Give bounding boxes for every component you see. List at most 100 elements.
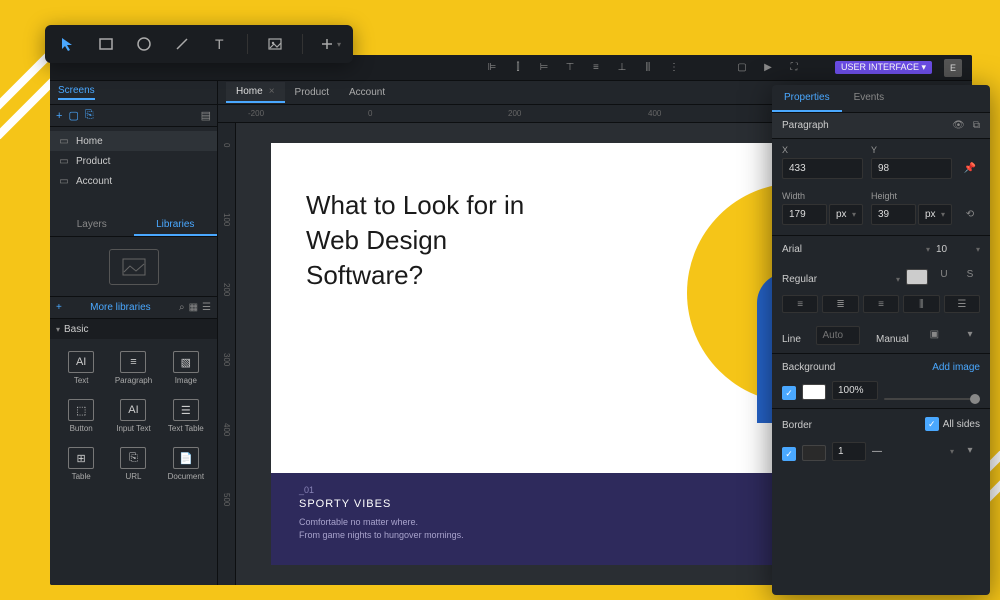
y-input[interactable]	[871, 158, 952, 179]
filter-icon[interactable]: ▤	[201, 109, 211, 122]
duplicate-icon[interactable]: ⎘	[85, 109, 94, 122]
play-icon[interactable]: ▶	[761, 61, 775, 75]
font-weight-select[interactable]: Regular	[782, 274, 900, 285]
height-unit-select[interactable]: px	[918, 204, 952, 225]
basic-item-text[interactable]: AIText	[56, 345, 106, 391]
y-label: Y	[871, 145, 952, 155]
basic-label: Image	[175, 376, 197, 385]
layers-tab[interactable]: Layers	[50, 215, 134, 236]
basic-label: URL	[125, 472, 141, 481]
basic-item-document[interactable]: 📄Document	[161, 441, 211, 487]
text-tool-icon[interactable]: T	[209, 33, 231, 55]
tab-properties[interactable]: Properties	[772, 85, 842, 112]
x-input[interactable]	[782, 158, 863, 179]
basic-item-input[interactable]: AIInput Text	[108, 393, 158, 439]
link-dimensions-icon[interactable]: ⟲	[960, 203, 980, 225]
doc-tab-product[interactable]: Product	[285, 83, 339, 102]
device-icon[interactable]: ▢	[735, 61, 749, 75]
toolbar-separator	[302, 34, 303, 54]
distribute-icon[interactable]: ⋮	[667, 61, 681, 75]
opacity-input[interactable]	[832, 381, 878, 400]
align-icon[interactable]: ⊫	[485, 61, 499, 75]
library-preview-thumbnail[interactable]	[109, 249, 159, 285]
grid-view-icon[interactable]: ▦	[189, 302, 198, 313]
background-enabled-checkbox[interactable]: ✓	[782, 386, 796, 400]
tab-events[interactable]: Events	[842, 85, 897, 112]
font-family-select[interactable]: Arial	[782, 244, 930, 255]
font-size-select[interactable]: 10	[936, 244, 980, 255]
basic-item-image[interactable]: ▧Image	[161, 345, 211, 391]
align-icon[interactable]: ≡	[589, 61, 603, 75]
text-component-icon: AI	[68, 351, 94, 373]
align-icon[interactable]: ⊤	[563, 61, 577, 75]
line-height-input[interactable]	[816, 326, 860, 345]
user-interface-badge[interactable]: USER INTERFACE ▾	[835, 61, 932, 74]
doc-tab-account[interactable]: Account	[339, 83, 395, 102]
screens-tab[interactable]: Screens	[58, 85, 95, 100]
user-badge-label: USER INTERFACE	[841, 62, 919, 72]
expand-icon[interactable]: ⛶	[787, 61, 801, 75]
libraries-tab[interactable]: Libraries	[134, 215, 218, 236]
list-icon[interactable]: ☰	[944, 295, 980, 313]
ruler-mark: 0	[368, 109, 372, 118]
align-icon[interactable]: ⫿	[511, 61, 525, 75]
all-sides-checkbox[interactable]: ✓	[925, 417, 939, 431]
align-icon[interactable]: ⊨	[537, 61, 551, 75]
pointer-tool-icon[interactable]	[57, 33, 79, 55]
basic-item-texttable[interactable]: ☰Text Table	[161, 393, 211, 439]
add-image-link[interactable]: Add image	[932, 362, 980, 373]
align-center-icon[interactable]: ≣	[822, 295, 858, 313]
add-library-icon[interactable]: +	[56, 302, 62, 313]
border-enabled-checkbox[interactable]: ✓	[782, 447, 796, 461]
strikethrough-icon[interactable]: S	[960, 263, 980, 285]
add-screen-icon[interactable]: +	[56, 110, 62, 122]
basic-section-header[interactable]: Basic	[50, 319, 217, 339]
distribute-icon[interactable]: ⫼	[641, 61, 655, 75]
basic-item-button[interactable]: ⬚Button	[56, 393, 106, 439]
align-right-icon[interactable]: ≡	[863, 295, 899, 313]
more-libraries-link[interactable]: More libraries	[90, 302, 151, 313]
chevron-down-icon[interactable]: ▾	[960, 323, 980, 345]
width-input[interactable]	[782, 204, 827, 225]
element-type-label: Paragraph	[782, 120, 829, 131]
image-tool-icon[interactable]	[264, 33, 286, 55]
add-tool-icon[interactable]: ▾	[319, 33, 341, 55]
vertical-ruler: 0 100 200 300 400 500	[218, 123, 236, 585]
screen-item-account[interactable]: ▭Account	[50, 171, 217, 191]
background-color-swatch[interactable]	[802, 384, 826, 400]
underline-icon[interactable]: U	[934, 263, 954, 285]
circle-tool-icon[interactable]	[133, 33, 155, 55]
basic-item-paragraph[interactable]: ≡Paragraph	[108, 345, 158, 391]
basic-item-url[interactable]: ⎘URL	[108, 441, 158, 487]
width-unit-select[interactable]: px	[829, 204, 863, 225]
screen-item-product[interactable]: ▭Product	[50, 151, 217, 171]
align-left-icon[interactable]: ≡	[782, 295, 818, 313]
avatar[interactable]: E	[944, 59, 962, 77]
basic-item-table[interactable]: ⊞Table	[56, 441, 106, 487]
visibility-icon[interactable]: 👁	[952, 120, 965, 131]
rectangle-tool-icon[interactable]	[95, 33, 117, 55]
overlay-heading[interactable]: What to Look for in Web Design Software?	[306, 188, 566, 293]
chevron-down-icon[interactable]: ▾	[960, 439, 980, 461]
list-view-icon[interactable]: ☰	[202, 302, 211, 313]
border-style-select[interactable]: —	[872, 441, 954, 461]
font-color-swatch[interactable]	[906, 269, 928, 285]
height-input[interactable]	[871, 204, 916, 225]
pin-icon[interactable]: 📌	[960, 157, 980, 179]
align-justify-icon[interactable]: ⫼	[903, 295, 939, 313]
opacity-slider[interactable]	[884, 398, 980, 400]
layers-icon[interactable]: ⧉	[973, 120, 980, 131]
basic-label: Text Table	[168, 424, 204, 433]
screens-toolbar: + ▢ ⎘ ▤	[50, 105, 217, 127]
align-icon[interactable]: ⊥	[615, 61, 629, 75]
crop-icon[interactable]: ▣	[924, 323, 944, 345]
border-color-swatch[interactable]	[802, 445, 826, 461]
folder-icon[interactable]: ▢	[68, 109, 78, 122]
line-tool-icon[interactable]	[171, 33, 193, 55]
search-icon[interactable]: ⌕	[179, 302, 185, 313]
doc-tab-label: Account	[349, 87, 385, 98]
screen-item-home[interactable]: ▭Home	[50, 131, 217, 151]
close-icon[interactable]: ×	[269, 86, 275, 97]
border-width-input[interactable]	[832, 442, 866, 461]
doc-tab-home[interactable]: Home×	[226, 82, 285, 103]
